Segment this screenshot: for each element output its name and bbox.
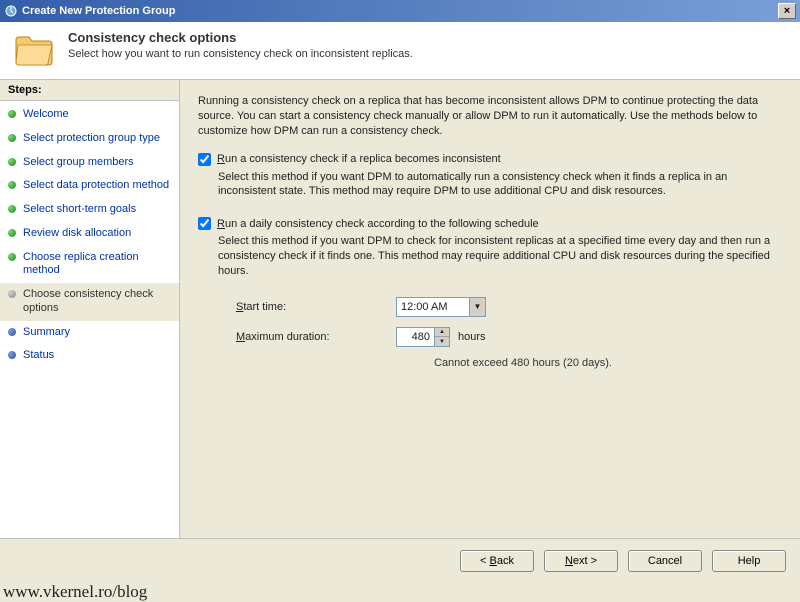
- max-duration-label: Maximum duration:: [236, 331, 396, 343]
- wizard-button-bar: < Back Next > Cancel Help: [0, 538, 800, 582]
- titlebar: Create New Protection Group ×: [0, 0, 800, 22]
- step-replica-creation[interactable]: Choose replica creation method: [0, 246, 179, 284]
- max-duration-spinner[interactable]: 480 ▲ ▼: [396, 327, 450, 347]
- step-protection-group-type[interactable]: Select protection group type: [0, 127, 179, 151]
- step-label: Summary: [23, 326, 70, 340]
- step-status[interactable]: Status: [0, 344, 179, 368]
- option-daily-consistency: Run a daily consistency check according …: [198, 217, 782, 369]
- checkbox-auto-consistency-label[interactable]: Run a consistency check if a replica bec…: [217, 153, 501, 165]
- bullet-done-icon: [8, 110, 16, 118]
- step-summary[interactable]: Summary: [0, 321, 179, 345]
- spinner-down-icon[interactable]: ▼: [435, 337, 449, 346]
- spinner-up-icon[interactable]: ▲: [435, 328, 449, 338]
- step-label: Status: [23, 349, 54, 363]
- start-time-label: Start time:: [236, 301, 396, 313]
- bullet-pending-icon: [8, 351, 16, 359]
- duration-note: Cannot exceed 480 hours (20 days).: [434, 357, 782, 369]
- wizard-header: Consistency check options Select how you…: [0, 22, 800, 80]
- intro-text: Running a consistency check on a replica…: [198, 94, 782, 139]
- step-label: Select short-term goals: [23, 203, 136, 217]
- close-button[interactable]: ×: [778, 3, 796, 19]
- bullet-done-icon: [8, 253, 16, 261]
- step-label: Select data protection method: [23, 179, 169, 193]
- next-button[interactable]: Next >: [544, 550, 618, 572]
- step-label: Choose consistency check options: [23, 288, 171, 316]
- step-disk-allocation[interactable]: Review disk allocation: [0, 222, 179, 246]
- option-daily-consistency-desc: Select this method if you want DPM to ch…: [218, 234, 782, 279]
- page-title: Consistency check options: [68, 30, 413, 45]
- window-title: Create New Protection Group: [22, 5, 175, 17]
- steps-sidebar: Steps: Welcome Select protection group t…: [0, 80, 180, 538]
- page-subtitle: Select how you want to run consistency c…: [68, 48, 413, 60]
- bullet-done-icon: [8, 181, 16, 189]
- step-consistency-check[interactable]: Choose consistency check options: [0, 283, 179, 321]
- chevron-down-icon[interactable]: ▼: [469, 298, 485, 316]
- duration-unit: hours: [458, 331, 486, 343]
- step-label: Select group members: [23, 156, 134, 170]
- checkbox-daily-consistency-label[interactable]: Run a daily consistency check according …: [217, 218, 539, 230]
- bullet-current-icon: [8, 290, 16, 298]
- watermark-text: www.vkernel.ro/blog: [3, 582, 147, 600]
- step-group-members[interactable]: Select group members: [0, 151, 179, 175]
- bullet-done-icon: [8, 229, 16, 237]
- step-label: Choose replica creation method: [23, 251, 171, 279]
- start-time-value: 12:00 AM: [397, 298, 469, 316]
- step-label: Welcome: [23, 108, 69, 122]
- help-button[interactable]: Help: [712, 550, 786, 572]
- step-data-protection-method[interactable]: Select data protection method: [0, 174, 179, 198]
- back-button[interactable]: < Back: [460, 550, 534, 572]
- bullet-done-icon: [8, 134, 16, 142]
- checkbox-daily-consistency[interactable]: [198, 217, 211, 230]
- cancel-button[interactable]: Cancel: [628, 550, 702, 572]
- app-icon: [4, 4, 18, 18]
- step-welcome[interactable]: Welcome: [0, 103, 179, 127]
- step-label: Select protection group type: [23, 132, 160, 146]
- bullet-done-icon: [8, 158, 16, 166]
- step-short-term-goals[interactable]: Select short-term goals: [0, 198, 179, 222]
- option-auto-consistency-desc: Select this method if you want DPM to au…: [218, 170, 782, 200]
- bullet-pending-icon: [8, 328, 16, 336]
- step-label: Review disk allocation: [23, 227, 131, 241]
- schedule-panel: Start time: 12:00 AM ▼ Maximum duration:…: [236, 297, 782, 369]
- steps-heading: Steps:: [0, 80, 179, 101]
- max-duration-value: 480: [397, 328, 434, 346]
- steps-list: Welcome Select protection group type Sel…: [0, 101, 179, 370]
- option-auto-consistency: Run a consistency check if a replica bec…: [198, 153, 782, 200]
- start-time-dropdown[interactable]: 12:00 AM ▼: [396, 297, 486, 317]
- folder-icon: [14, 32, 54, 68]
- main-panel: Running a consistency check on a replica…: [180, 80, 800, 538]
- checkbox-auto-consistency[interactable]: [198, 153, 211, 166]
- bullet-done-icon: [8, 205, 16, 213]
